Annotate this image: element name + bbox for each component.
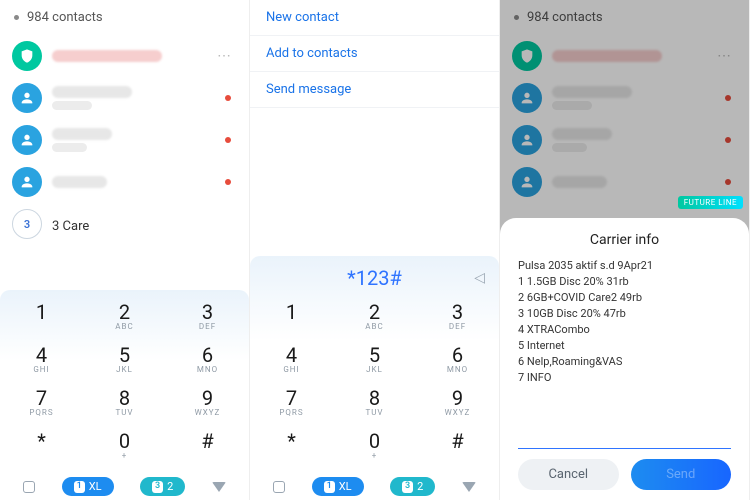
send-message-button[interactable]: Send message	[250, 72, 499, 108]
contact-list: ⋯ 3 3 Care	[0, 35, 249, 245]
list-item[interactable]: 3 3 Care	[0, 203, 249, 245]
contacts-count: 984 contacts	[27, 10, 103, 25]
key-hash[interactable]: #	[166, 425, 249, 468]
sim-bar: 1XL 32	[0, 477, 249, 496]
dot-icon	[14, 15, 19, 20]
contacts-header: 984 contacts	[0, 0, 249, 35]
key-4[interactable]: 4GHI	[0, 339, 83, 382]
send-button[interactable]: Send	[631, 459, 732, 490]
contact-name: 3 Care	[52, 219, 89, 234]
key-9[interactable]: 9WXYZ	[416, 382, 499, 425]
key-9[interactable]: 9WXYZ	[166, 382, 249, 425]
key-4[interactable]: 4GHI	[250, 339, 333, 382]
more-icon[interactable]: ⋯	[211, 48, 237, 64]
list-item[interactable]	[0, 119, 249, 161]
key-0[interactable]: 0+	[333, 425, 416, 468]
input-underline[interactable]	[518, 448, 731, 449]
sim1-call-button[interactable]: 1XL	[312, 477, 364, 496]
screen-carrier-info: 984 contacts ⋯ FUTURE LINE Carrier info …	[500, 0, 750, 500]
key-3[interactable]: 3DEF	[416, 296, 499, 339]
red-dot-icon	[225, 95, 231, 101]
sim-bar: 1XL 32	[250, 477, 499, 496]
person-icon	[12, 83, 42, 113]
backspace-icon[interactable]: ◁	[474, 270, 485, 286]
key-5[interactable]: 5JKL	[333, 339, 416, 382]
key-8[interactable]: 8TUV	[333, 382, 416, 425]
nav-triangle-icon[interactable]	[462, 482, 476, 492]
key-3[interactable]: 3DEF	[166, 296, 249, 339]
carrier-info-dialog: Carrier info Pulsa 2035 aktif s.d 9Apr21…	[500, 218, 749, 500]
key-7[interactable]: 7PQRS	[0, 382, 83, 425]
sim2-call-button[interactable]: 32	[390, 477, 435, 496]
dialpad-keys: 1 2ABC 3DEF 4GHI 5JKL 6MNO 7PQRS 8TUV 9W…	[0, 296, 249, 468]
red-dot-icon	[225, 179, 231, 185]
sim2-call-button[interactable]: 32	[140, 477, 185, 496]
key-6[interactable]: 6MNO	[166, 339, 249, 382]
dialpad-keys: 1 2ABC 3DEF 4GHI 5JKL 6MNO 7PQRS 8TUV 9W…	[250, 296, 499, 468]
carrier-icon: 3	[12, 209, 42, 239]
new-contact-button[interactable]: New contact	[250, 0, 499, 36]
key-8[interactable]: 8TUV	[83, 382, 166, 425]
key-6[interactable]: 6MNO	[416, 339, 499, 382]
key-star[interactable]: *	[0, 425, 83, 468]
cancel-button[interactable]: Cancel	[518, 459, 619, 490]
person-icon	[12, 167, 42, 197]
screen-dial-actions: New contact Add to contacts Send message…	[250, 0, 500, 500]
key-hash[interactable]: #	[416, 425, 499, 468]
sim1-call-button[interactable]: 1XL	[62, 477, 114, 496]
key-2[interactable]: 2ABC	[333, 296, 416, 339]
list-item[interactable]	[0, 161, 249, 203]
key-2[interactable]: 2ABC	[83, 296, 166, 339]
dialpad: *123# ◁ 1 2ABC 3DEF 4GHI 5JKL 6MNO 7PQRS…	[250, 256, 499, 468]
dialog-actions: Cancel Send	[518, 459, 731, 490]
add-to-contacts-button[interactable]: Add to contacts	[250, 36, 499, 72]
nav-square-icon[interactable]	[23, 481, 35, 493]
dialpad: 1 2ABC 3DEF 4GHI 5JKL 6MNO 7PQRS 8TUV 9W…	[0, 290, 249, 468]
key-7[interactable]: 7PQRS	[250, 382, 333, 425]
future-line-tag: FUTURE LINE	[678, 196, 743, 209]
dialed-number: *123#	[347, 266, 402, 290]
shield-icon	[12, 41, 42, 71]
action-menu: New contact Add to contacts Send message	[250, 0, 499, 108]
key-star[interactable]: *	[250, 425, 333, 468]
dial-display: *123# ◁	[250, 262, 499, 296]
list-item[interactable]: ⋯	[0, 35, 249, 77]
person-icon	[12, 125, 42, 155]
key-0[interactable]: 0+	[83, 425, 166, 468]
dialog-title: Carrier info	[518, 232, 731, 248]
nav-square-icon[interactable]	[273, 481, 285, 493]
dialog-body: Pulsa 2035 aktif s.d 9Apr21 1 1.5GB Disc…	[518, 258, 731, 442]
list-item[interactable]	[0, 77, 249, 119]
screen-contacts-dialer: 984 contacts ⋯	[0, 0, 250, 500]
key-1[interactable]: 1	[250, 296, 333, 339]
key-1[interactable]: 1	[0, 296, 83, 339]
key-5[interactable]: 5JKL	[83, 339, 166, 382]
red-dot-icon	[225, 137, 231, 143]
nav-triangle-icon[interactable]	[212, 482, 226, 492]
